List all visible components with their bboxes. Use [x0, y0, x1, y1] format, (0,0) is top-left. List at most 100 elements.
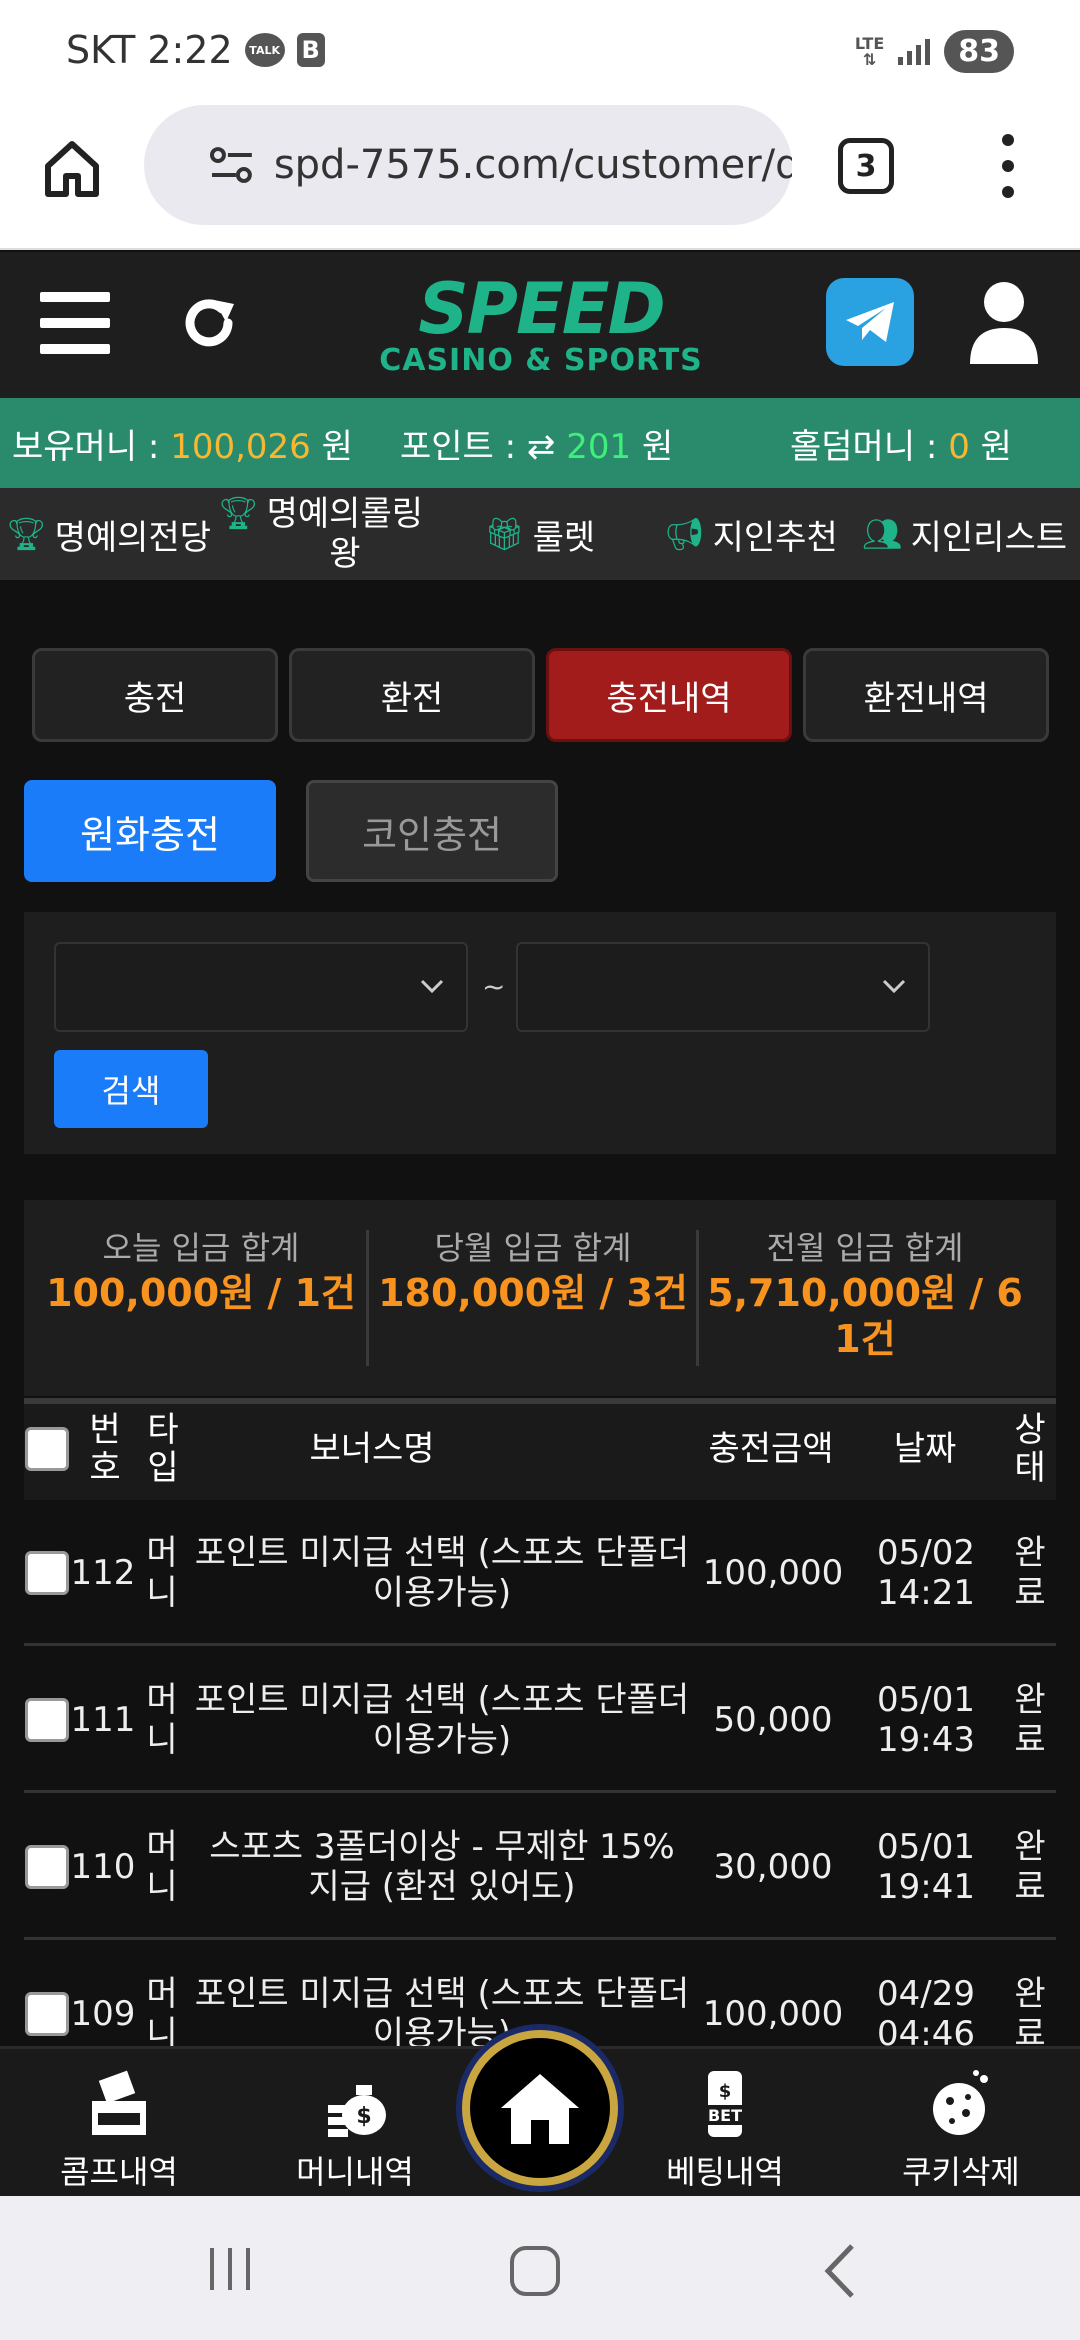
bet-phone-icon: BET $: [702, 2071, 748, 2137]
row-amount: 100,000: [702, 1553, 844, 1593]
bet-history-button[interactable]: BET $ 베팅내역: [640, 2069, 810, 2193]
b-app-icon: B: [296, 33, 325, 67]
status-bar: SKT 2:22 TALK B LTE ⇅ 83: [0, 0, 1080, 100]
row-bonus: 포인트 미지급 선택 (스포츠 단폴더 이용가능): [194, 1680, 690, 1760]
gift-icon: 🎁︎: [484, 515, 525, 553]
col-type: 타입: [147, 1410, 179, 1488]
kakaotalk-icon: TALK: [244, 33, 285, 67]
money-history-button[interactable]: $ 머니내역: [270, 2069, 440, 2193]
row-bonus: 스포츠 3폴더이상 - 무제한 15% 지급 (환전 있어도): [209, 1827, 675, 1907]
trophy-icon: 🏆︎: [6, 515, 47, 553]
row-checkbox[interactable]: [25, 1698, 69, 1742]
signal-icon: [898, 38, 931, 65]
clear-cookies-button[interactable]: 쿠키삭제: [876, 2069, 1046, 2193]
search-button[interactable]: 검색: [54, 1050, 208, 1128]
home-icon[interactable]: [40, 136, 104, 200]
row-date: 05/01 19:43: [877, 1680, 975, 1760]
row-checkbox[interactable]: [25, 1845, 69, 1889]
balance-bar: 보유머니 : 100,026 원 포인트 : ⇄ 201 원 홀덤머니 : 0 …: [0, 398, 1080, 488]
row-checkbox[interactable]: [25, 1551, 69, 1595]
megaphone-icon: 📢︎: [664, 515, 705, 553]
user-profile-icon[interactable]: [966, 280, 1042, 364]
site-settings-icon[interactable]: [208, 145, 256, 185]
chevron-down-icon: [882, 979, 906, 994]
start-date-select[interactable]: [54, 942, 468, 1032]
row-amount: 30,000: [713, 1847, 833, 1887]
col-date: 날짜: [893, 1429, 957, 1469]
hold-money: 보유머니 : 100,026 원: [12, 426, 353, 467]
battery-indicator: 83: [944, 30, 1014, 73]
telegram-icon[interactable]: [826, 278, 914, 366]
krw-deposit-button[interactable]: 원화충전: [24, 780, 276, 882]
col-no: 번호: [89, 1410, 121, 1488]
row-no: 111: [70, 1700, 136, 1740]
tab-deposit-history[interactable]: 충전내역: [546, 648, 792, 742]
lte-icon: LTE ⇅: [854, 33, 885, 69]
point-money[interactable]: 포인트 : ⇄ 201 원: [400, 419, 673, 468]
cookie-icon: [933, 2070, 988, 2135]
home-nav-icon[interactable]: [508, 2244, 562, 2298]
summary-last-month: 전월 입금 합계 5,710,000원 / 6 1건: [707, 1229, 1023, 1361]
row-checkbox[interactable]: [25, 1992, 69, 2036]
tabs-button[interactable]: 3: [838, 138, 894, 194]
row-type: 머니: [146, 1680, 178, 1760]
browser-toolbar: spd-7575.com/customer/de 3: [0, 100, 1080, 250]
holdem-money: 홀덤머니 : 0 원: [790, 426, 1012, 467]
table-row[interactable]: 112 머니 포인트 미지급 선택 (스포츠 단폴더 이용가능) 100,000…: [24, 1500, 1056, 1646]
home-button[interactable]: [462, 2030, 618, 2186]
recent-apps-icon[interactable]: [206, 2244, 256, 2294]
nav-rolling-king[interactable]: 🏆︎ 명예의롤링 왕: [218, 488, 423, 580]
hamburger-menu-icon[interactable]: [40, 292, 110, 354]
row-type: 머니: [146, 1533, 178, 1613]
row-no: 112: [70, 1553, 136, 1593]
url-text: spd-7575.com/customer/de: [273, 142, 792, 188]
address-bar[interactable]: spd-7575.com/customer/de: [144, 105, 792, 225]
col-bonus: 보너스명: [309, 1429, 435, 1469]
row-status: 완료: [1014, 1680, 1046, 1760]
site-logo[interactable]: SPEED CASINO & SPORTS: [376, 274, 706, 384]
svg-text:$: $: [719, 2081, 732, 2102]
date-filter-panel: ~ 검색: [24, 912, 1056, 1154]
tab-withdraw-history[interactable]: 환전내역: [803, 648, 1049, 742]
deposit-summary: 오늘 입금 합계 100,000원 / 1건 당월 입금 합계 180,000원…: [24, 1200, 1056, 1396]
back-icon[interactable]: [820, 2242, 860, 2300]
money-bag-icon: $: [328, 2085, 386, 2137]
comp-history-button[interactable]: 콤프내역: [34, 2069, 204, 2193]
refresh-icon[interactable]: [178, 292, 240, 354]
site-nav: 🏆︎ 명예의전당 🏆︎ 명예의롤링 왕 🎁︎ 룰렛 📢︎ 지인추천 👥︎ 지인리스트: [0, 488, 1080, 580]
house-icon: [501, 2074, 579, 2144]
nav-referral[interactable]: 📢︎ 지인추천: [664, 488, 838, 580]
select-all-checkbox[interactable]: [25, 1427, 69, 1471]
end-date-select[interactable]: [516, 942, 930, 1032]
site-header: SPEED CASINO & SPORTS: [0, 252, 1080, 398]
tab-withdraw[interactable]: 환전: [289, 648, 535, 742]
table-row[interactable]: 110 머니 스포츠 3폴더이상 - 무제한 15% 지급 (환전 있어도) 3…: [24, 1794, 1056, 1940]
svg-text:BET: BET: [708, 2106, 742, 2125]
summary-this-month: 당월 입금 합계 180,000원 / 3건: [378, 1229, 688, 1315]
row-type: 머니: [146, 1827, 178, 1907]
col-status: 상태: [1014, 1410, 1046, 1488]
col-amount: 충전금액: [708, 1429, 834, 1469]
nav-roulette[interactable]: 🎁︎ 룰렛: [484, 488, 595, 580]
trophy-icon: 🏆︎: [218, 494, 259, 532]
system-navigation-bar: [0, 2196, 1080, 2340]
vote-box-icon: [92, 2070, 146, 2135]
row-amount: 50,000: [713, 1700, 833, 1740]
nav-hall-of-fame[interactable]: 🏆︎ 명예의전당: [6, 488, 211, 580]
summary-today: 오늘 입금 합계 100,000원 / 1건: [46, 1229, 356, 1315]
row-status: 완료: [1014, 1533, 1046, 1613]
row-status: 완료: [1014, 1827, 1046, 1907]
row-no: 110: [70, 1847, 136, 1887]
range-separator: ~: [482, 970, 506, 1003]
coin-deposit-button[interactable]: 코인충전: [306, 780, 558, 882]
table-header: 번호 타입 보너스명 충전금액 날짜 상태: [24, 1398, 1056, 1500]
row-date: 05/02 14:21: [877, 1533, 975, 1613]
chevron-down-icon: [420, 979, 444, 994]
table-row[interactable]: 111 머니 포인트 미지급 선택 (스포츠 단폴더 이용가능) 50,000 …: [24, 1647, 1056, 1793]
more-menu-icon[interactable]: [998, 134, 1018, 198]
row-date: 05/01 19:41: [877, 1827, 975, 1907]
nav-referral-list[interactable]: 👥︎ 지인리스트: [862, 488, 1067, 580]
clock: 2:22: [147, 28, 233, 72]
row-bonus: 포인트 미지급 선택 (스포츠 단폴더 이용가능): [194, 1533, 690, 1613]
tab-deposit[interactable]: 충전: [32, 648, 278, 742]
